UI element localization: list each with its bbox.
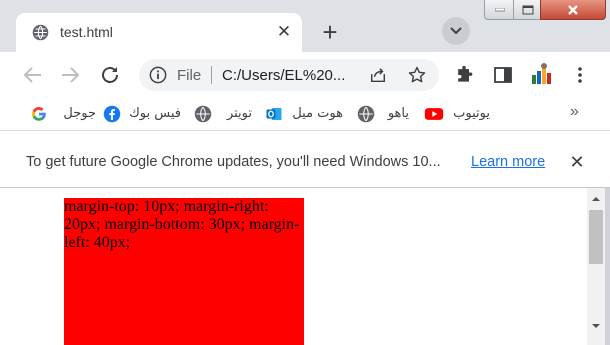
toolbar: File C:/Users/EL%20...	[0, 52, 610, 98]
url-text[interactable]: C:/Users/EL%20...	[222, 67, 345, 84]
bookmark-star-icon[interactable]	[407, 65, 427, 85]
minimize-icon	[494, 7, 505, 11]
address-bar[interactable]: File C:/Users/EL%20...	[139, 59, 439, 91]
back-button[interactable]	[21, 63, 45, 87]
bookmark-youtube[interactable]: يوتيوب	[424, 104, 490, 124]
scroll-down-arrow-icon[interactable]	[587, 319, 605, 333]
bookmarks-bar: جوجل فيس بوك تويتر هوت ميل ياهو يوتيوب »	[0, 98, 610, 130]
reload-icon	[102, 67, 118, 83]
more-bookmarks-chevron-icon[interactable]: »	[570, 103, 579, 121]
bookmark-label: ياهو	[387, 106, 409, 121]
scroll-up-arrow-icon[interactable]	[587, 192, 605, 206]
bookmark-label: هوت ميل	[292, 106, 343, 121]
bookmark-label: يوتيوب	[453, 106, 490, 121]
bookmark-hotmail[interactable]: هوت ميل	[263, 104, 343, 124]
tab-title: test.html	[60, 24, 113, 40]
outlook-icon	[265, 105, 283, 123]
info-icon[interactable]	[149, 66, 167, 84]
bookmark-google[interactable]: جوجل	[26, 104, 96, 124]
tab-search-button[interactable]	[442, 17, 470, 45]
tab-strip: test.html ✕ +	[0, 0, 610, 52]
extensions-puzzle-icon[interactable]	[454, 65, 474, 85]
forward-button[interactable]	[58, 63, 82, 87]
google-icon	[30, 105, 48, 123]
profile-avatar-icon[interactable]	[529, 61, 555, 87]
reload-button[interactable]	[98, 63, 122, 87]
side-panel-icon[interactable]	[493, 65, 513, 85]
new-tab-button[interactable]: +	[316, 19, 344, 47]
vertical-scrollbar[interactable]	[587, 188, 605, 345]
infobar-close-icon[interactable]: ✕	[567, 152, 587, 172]
window-frame-edge	[605, 188, 610, 345]
globe-icon	[194, 105, 212, 123]
bookmark-yahoo[interactable]: ياهو	[357, 104, 409, 124]
maximize-button[interactable]	[513, 0, 542, 20]
share-icon[interactable]	[369, 66, 387, 84]
page-content: margin-top: 10px; margin-right: 20px; ma…	[0, 188, 610, 345]
globe-icon	[32, 24, 49, 41]
divider	[211, 66, 212, 84]
window-controls	[484, 0, 606, 20]
bookmark-twitter[interactable]: تويتر	[192, 104, 252, 124]
minimize-button[interactable]	[484, 0, 515, 20]
bookmark-label: جوجل	[63, 106, 96, 121]
facebook-icon	[103, 105, 121, 123]
globe-icon	[357, 105, 375, 123]
scheme-label: File	[177, 67, 202, 84]
close-window-button[interactable]	[540, 0, 606, 20]
close-icon	[568, 4, 578, 15]
menu-kebab-icon[interactable]	[570, 65, 590, 85]
forward-arrow-icon	[62, 67, 80, 83]
learn-more-link[interactable]: Learn more	[471, 154, 545, 170]
back-arrow-icon	[23, 67, 41, 83]
bookmark-facebook[interactable]: فيس بوك	[101, 104, 181, 124]
tab-test-html[interactable]: test.html ✕	[16, 13, 302, 52]
maximize-icon	[522, 5, 533, 14]
youtube-icon	[424, 105, 444, 123]
infobar-message: To get future Google Chrome updates, you…	[26, 154, 441, 170]
chevron-down-icon	[450, 27, 462, 35]
bookmark-label: فيس بوك	[129, 106, 181, 121]
update-infobar: To get future Google Chrome updates, you…	[0, 130, 610, 188]
scrollbar-thumb[interactable]	[589, 210, 603, 264]
bookmark-label: تويتر	[226, 106, 252, 121]
tab-close-icon[interactable]: ✕	[274, 22, 294, 42]
margin-demo-box: margin-top: 10px; margin-right: 20px; ma…	[64, 198, 304, 345]
